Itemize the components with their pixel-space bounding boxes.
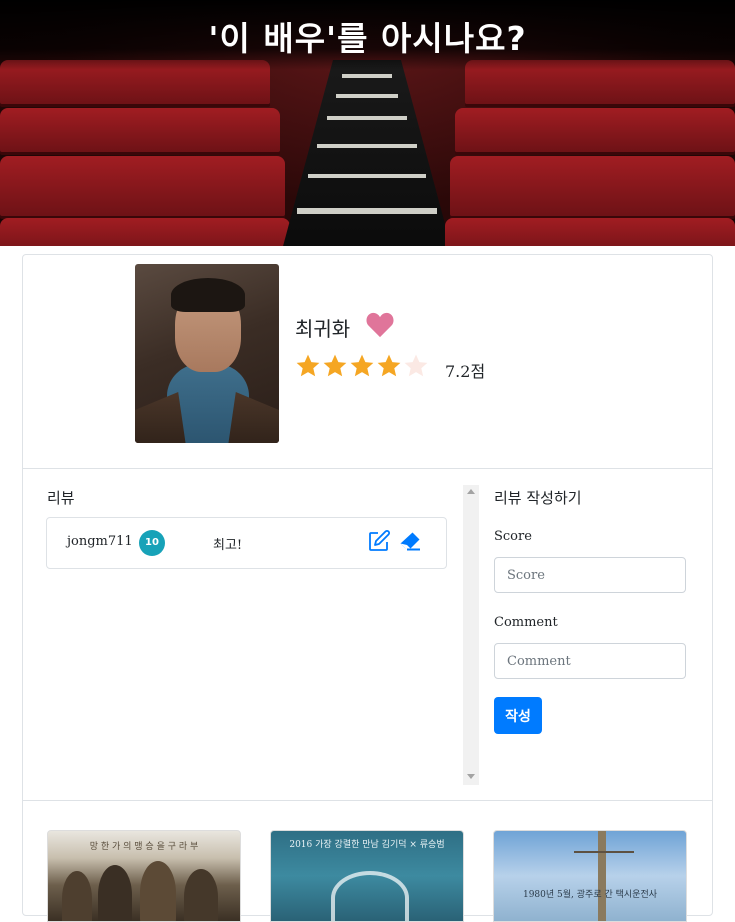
comment-label: Comment xyxy=(494,615,558,630)
score-input[interactable] xyxy=(494,557,686,593)
scroll-up-arrow-icon[interactable] xyxy=(467,489,475,494)
submit-review-button[interactable]: 작성 xyxy=(494,697,542,734)
star-icon xyxy=(350,354,374,377)
scroll-down-arrow-icon[interactable] xyxy=(467,774,475,779)
review-item: jongm711 10 최고! xyxy=(46,517,447,569)
edit-icon[interactable] xyxy=(367,529,391,553)
movie-poster[interactable]: 1980년 5월, 광주로 간 택시운전사 xyxy=(493,830,687,922)
heart-icon[interactable] xyxy=(365,311,395,339)
review-username: jongm711 xyxy=(67,534,133,549)
actor-name: 최귀화 xyxy=(295,317,351,341)
star-icon xyxy=(296,354,320,377)
reviews-scrollbar[interactable] xyxy=(463,485,479,785)
review-form-heading: 리뷰 작성하기 xyxy=(494,489,582,507)
poster-caption: 1980년 5월, 광주로 간 택시운전사 xyxy=(522,890,657,900)
rating-stars xyxy=(295,353,429,379)
review-score-badge: 10 xyxy=(139,530,165,556)
reviews-section: 리뷰 jongm711 10 최고! 리뷰 작성하기 Score Comment… xyxy=(23,469,712,801)
hero-banner: '이 배우'를 아시나요? xyxy=(0,0,735,246)
theater-seats-right xyxy=(445,60,735,246)
actor-card: 최귀화 7.2점 리뷰 jongm711 10 최고! 리뷰 작성하기 Scor… xyxy=(22,254,713,922)
theater-seats-left xyxy=(0,60,290,246)
actor-photo xyxy=(135,264,279,443)
movie-poster[interactable]: 망 한 가 의 맹 승 을 구 라 부 xyxy=(47,830,241,922)
reviews-heading: 리뷰 xyxy=(47,489,75,507)
comment-input[interactable] xyxy=(494,643,686,679)
theater-aisle xyxy=(282,60,452,246)
poster-caption: 2016 가장 강렬한 만남 김기덕 × 류승범 xyxy=(289,840,445,850)
movie-poster[interactable]: 2016 가장 강렬한 만남 김기덕 × 류승범 xyxy=(270,830,464,922)
eraser-icon[interactable] xyxy=(398,530,422,552)
actor-profile: 최귀화 7.2점 xyxy=(23,255,712,469)
score-label: Score xyxy=(494,529,532,544)
star-icon xyxy=(377,354,401,377)
star-empty-icon xyxy=(404,354,428,377)
page-title: '이 배우'를 아시나요? xyxy=(208,19,527,58)
star-icon xyxy=(323,354,347,377)
rating-score: 7.2점 xyxy=(445,362,486,381)
review-comment: 최고! xyxy=(213,538,243,553)
poster-caption: 망 한 가 의 맹 승 을 구 라 부 xyxy=(89,842,199,852)
